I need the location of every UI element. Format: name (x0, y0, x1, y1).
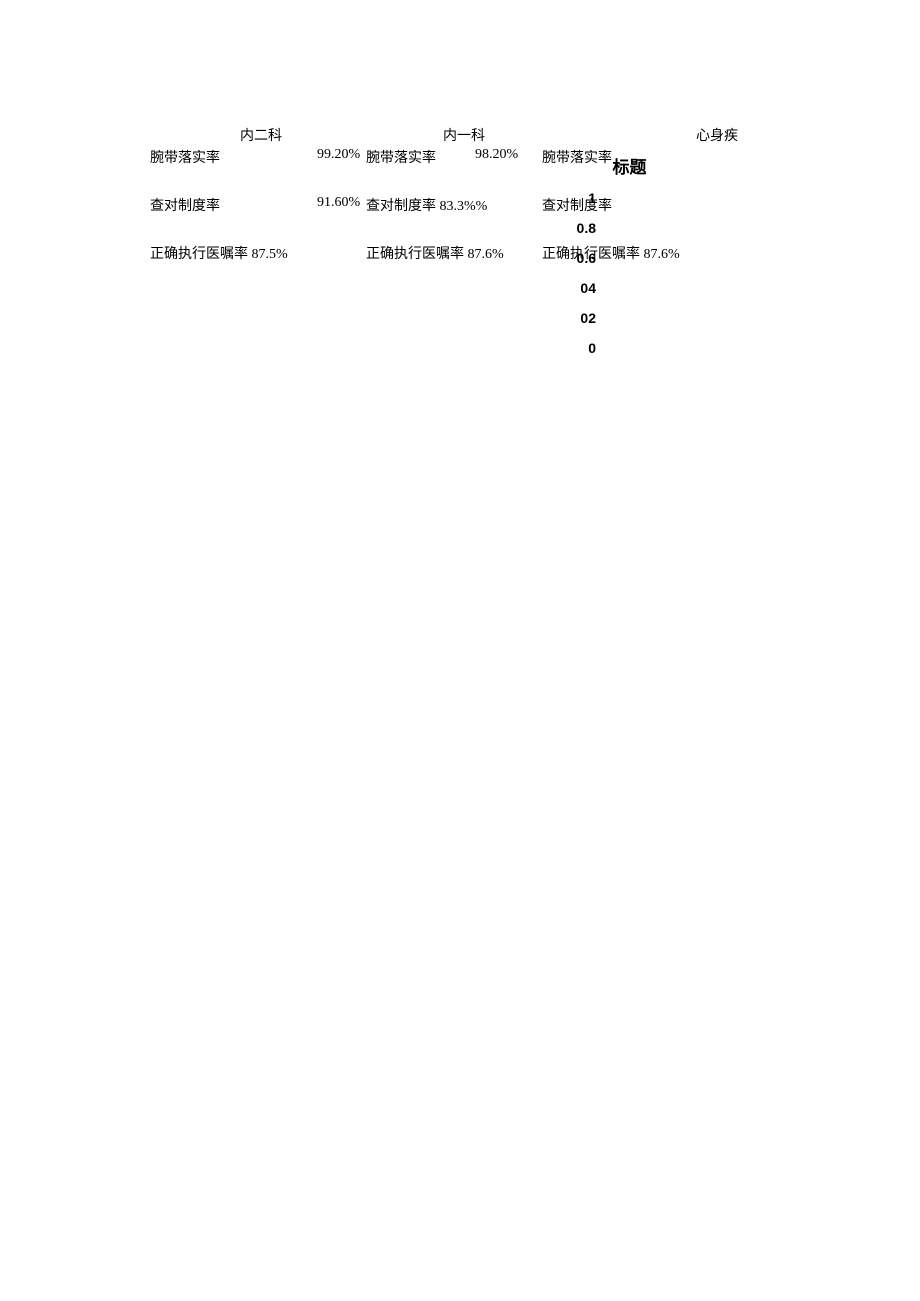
y-tick: 0.8 (577, 220, 596, 236)
y-tick: 04 (580, 280, 596, 296)
metric-row-2: 查对制度率 91.60% 查对制度率 83.3%% 查对制度率 (150, 195, 835, 215)
chart-area: 标题 1 0.8 0.6 04 02 0 (556, 153, 656, 356)
metric-row-1: 腕带落实率 99.20% 腕带落实率 98.20% 腕带落实率 (150, 147, 835, 167)
y-tick: 0 (588, 340, 596, 356)
row3-label-value-dept2: 正确执行医嘱率 87.6% (366, 243, 504, 263)
dept3-header: 心身疾 (696, 125, 738, 145)
y-tick: 0.6 (577, 250, 596, 266)
chart-y-axis: 1 0.8 0.6 04 02 0 (556, 190, 656, 356)
row2-label-dept1: 查对制度率 (150, 195, 220, 215)
row1-label-dept1: 腕带落实率 (150, 147, 220, 167)
row1-value-dept2: 98.20% (475, 147, 518, 163)
metric-row-3: 正确执行医嘱率 87.5% 正确执行医嘱率 87.6% 正确执行医嘱率 87.6… (150, 243, 835, 263)
row2-label-value-dept2: 查对制度率 83.3%% (366, 195, 487, 215)
row1-value-dept1: 99.20% (317, 147, 360, 163)
row1-label-dept2: 腕带落实率 (366, 147, 436, 167)
row2-value-dept1: 91.60% (317, 195, 360, 211)
department-header-row: 内二科 内一科 心身疾 (150, 125, 835, 145)
dept1-header: 内二科 (240, 125, 282, 145)
dept2-header: 内一科 (443, 125, 485, 145)
chart-title: 标题 (556, 153, 656, 178)
y-tick: 1 (588, 190, 596, 206)
document-content: 内二科 内一科 心身疾 腕带落实率 99.20% 腕带落实率 98.20% 腕带… (150, 125, 835, 303)
row3-label-value-dept1: 正确执行医嘱率 87.5% (150, 243, 288, 263)
y-tick: 02 (580, 310, 596, 326)
